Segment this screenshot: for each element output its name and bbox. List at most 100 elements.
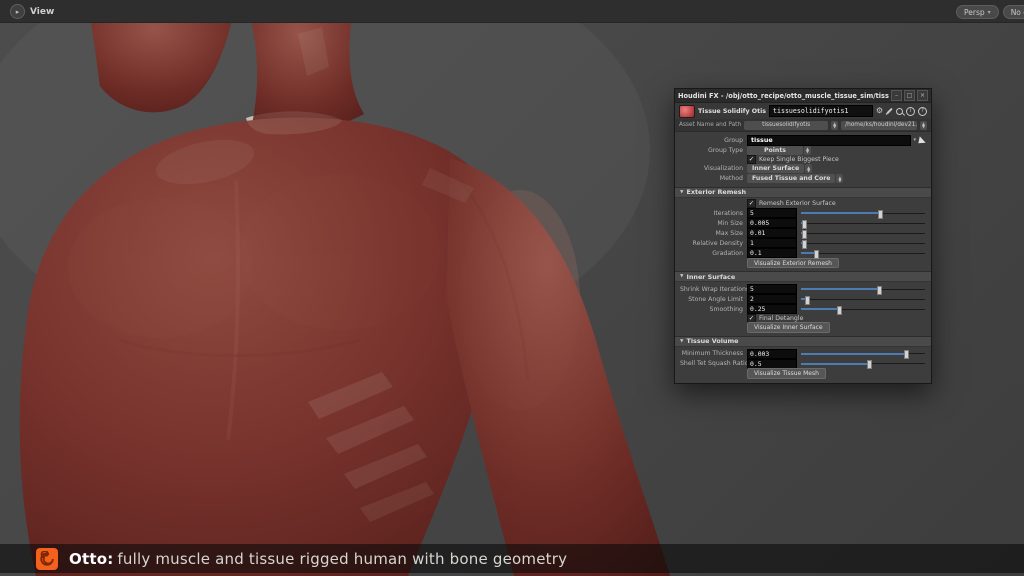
node-type-label: Tissue Solidify Otis (698, 108, 766, 115)
group-type-dropdown[interactable]: Points (747, 146, 803, 155)
help-icon[interactable]: ? (918, 107, 927, 116)
min-size-slider[interactable] (801, 219, 926, 228)
slider-handle[interactable] (805, 296, 810, 305)
header-icon-group: ⚙ i ? (876, 107, 927, 116)
param-label: Min Size (680, 220, 747, 227)
method-dropdown-icon[interactable]: ▲▼ (836, 174, 843, 183)
asset-name-dropdown-icon[interactable]: ▲▼ (831, 121, 838, 130)
section-header-inner-surface[interactable]: ▼Inner Surface (675, 271, 931, 282)
param-label: Gradation (680, 250, 747, 257)
param-row-group: Grouptissue▾ (680, 135, 926, 145)
slider-handle[interactable] (802, 230, 807, 239)
slider-handle[interactable] (837, 306, 842, 315)
view-menu-icon: ▸ (10, 4, 25, 19)
method-dropdown[interactable]: Fused Tissue and Core (747, 174, 835, 183)
group-input[interactable]: tissue (747, 135, 911, 146)
param-label: Relative Density (680, 240, 747, 247)
slider-handle[interactable] (802, 240, 807, 249)
no-cam-label: No ca (1011, 8, 1024, 17)
group-type-dropdown-icon[interactable]: ▲▼ (804, 146, 811, 155)
section-header-exterior-remesh[interactable]: ▼Exterior Remesh (675, 187, 931, 198)
caption-description: fully muscle and tissue rigged human wit… (117, 550, 567, 568)
group-menu-caret-icon[interactable]: ▾ (913, 137, 916, 143)
checkbox-row-remesh-exterior-surface: ✓Remesh Exterior Surface (680, 200, 926, 209)
param-label: Smoothing (680, 306, 747, 313)
window-title: Houdini FX - /obj/otto_recipe/otto_muscl… (678, 92, 889, 100)
caption-text: Otto:fully muscle and tissue rigged huma… (69, 550, 567, 568)
smoothing-slider[interactable] (801, 305, 926, 314)
keep-single-biggest-piece-checkbox[interactable]: ✓ (747, 155, 756, 164)
max-size-field[interactable]: 0.01 (747, 228, 797, 238)
param-label: Group (680, 137, 747, 144)
persp-label: Persp (964, 8, 985, 17)
slider-handle[interactable] (867, 360, 872, 369)
checkbox-row-keep-single-biggest-piece: ✓Keep Single Biggest Piece (680, 155, 926, 164)
maximize-button[interactable]: □ (904, 90, 915, 101)
visualization-dropdown-icon[interactable]: ▲▼ (805, 164, 812, 173)
slider-handle[interactable] (877, 286, 882, 295)
gear-icon[interactable]: ⚙ (876, 107, 883, 115)
persp-camera-button[interactable]: Persp ▾ (956, 5, 999, 19)
caption-bar: Otto:fully muscle and tissue rigged huma… (0, 544, 1024, 573)
param-row-smoothing: Smoothing0.25 (680, 304, 926, 314)
slider-handle[interactable] (814, 250, 819, 259)
checkbox-label: Keep Single Biggest Piece (759, 156, 839, 163)
visualize-tissue-mesh-button[interactable]: Visualize Tissue Mesh (747, 368, 826, 379)
magnifier-icon[interactable] (896, 108, 903, 115)
asset-path-combo[interactable]: /home/ks/houdini/dev21.0/src/houdini/sup… (841, 121, 917, 130)
relative-density-slider[interactable] (801, 239, 926, 248)
iterations-field[interactable]: 5 (747, 208, 797, 218)
pick-arrow-icon[interactable] (918, 136, 926, 144)
param-label: Group Type (680, 147, 747, 154)
minimum-thickness-slider[interactable] (801, 349, 926, 358)
slider-handle[interactable] (904, 350, 909, 359)
shell-tet-squash-ratio-field[interactable]: 0.5 (747, 359, 797, 369)
node-name-input[interactable]: tissuesolidifyotis1 (769, 105, 873, 117)
param-row-max-size: Max Size0.01 (680, 228, 926, 238)
max-size-slider[interactable] (801, 229, 926, 238)
visualization-dropdown[interactable]: Inner Surface (747, 164, 804, 173)
asset-path-dropdown-icon[interactable]: ▲▼ (920, 121, 927, 130)
section-header-tissue-volume[interactable]: ▼Tissue Volume (675, 336, 931, 347)
slider-handle[interactable] (878, 210, 883, 219)
min-size-field[interactable]: 0.005 (747, 218, 797, 228)
checkbox-label: Final Detangle (759, 315, 803, 322)
stone-angle-limit-field[interactable]: 2 (747, 294, 797, 304)
remesh-exterior-surface-checkbox[interactable]: ✓ (747, 199, 756, 208)
view-menu-button[interactable]: ▸ View (10, 4, 54, 19)
param-label: Shrink Wrap Iterations (680, 286, 747, 293)
no-cam-button[interactable]: No ca (1003, 5, 1024, 19)
camera-pills: Persp ▾ No ca (956, 5, 1024, 19)
shrink-wrap-iterations-field[interactable]: 5 (747, 284, 797, 294)
param-row-iterations: Iterations5 (680, 208, 926, 218)
window-titlebar[interactable]: Houdini FX - /obj/otto_recipe/otto_muscl… (675, 89, 931, 103)
edit-icon[interactable] (886, 108, 892, 114)
close-button[interactable]: × (917, 90, 928, 101)
shrink-wrap-iterations-slider[interactable] (801, 285, 926, 294)
param-row-shell-tet-squash-ratio: Shell Tet Squash Ratio0.5 (680, 359, 926, 369)
section-label: Tissue Volume (686, 337, 738, 345)
asset-name-combo[interactable]: tissuesolidifyotis (744, 121, 828, 130)
param-label: Visualization (680, 165, 747, 172)
visualize-exterior-remesh-button[interactable]: Visualize Exterior Remesh (747, 258, 839, 269)
stone-angle-limit-slider[interactable] (801, 295, 926, 304)
collapse-triangle-icon: ▼ (680, 274, 683, 279)
checkbox-row-final-detangle: ✓Final Detangle (680, 314, 926, 323)
minimize-button[interactable]: – (891, 90, 902, 101)
gradation-field[interactable]: 0.1 (747, 248, 797, 258)
param-row-min-size: Min Size0.005 (680, 218, 926, 228)
view-menu-label: View (30, 7, 54, 17)
relative-density-field[interactable]: 1 (747, 238, 797, 248)
param-row-minimum-thickness: Minimum Thickness0.003 (680, 349, 926, 359)
visualize-inner-surface-button[interactable]: Visualize Inner Surface (747, 322, 830, 333)
param-label: Max Size (680, 230, 747, 237)
smoothing-field[interactable]: 0.25 (747, 304, 797, 314)
info-icon[interactable]: i (906, 107, 915, 116)
param-label: Shell Tet Squash Ratio (680, 360, 747, 367)
shell-tet-squash-ratio-slider[interactable] (801, 359, 926, 368)
node-header: Tissue Solidify Otis tissuesolidifyotis1… (675, 103, 931, 119)
gradation-slider[interactable] (801, 249, 926, 258)
minimum-thickness-field[interactable]: 0.003 (747, 349, 797, 359)
iterations-slider[interactable] (801, 209, 926, 218)
slider-handle[interactable] (802, 220, 807, 229)
